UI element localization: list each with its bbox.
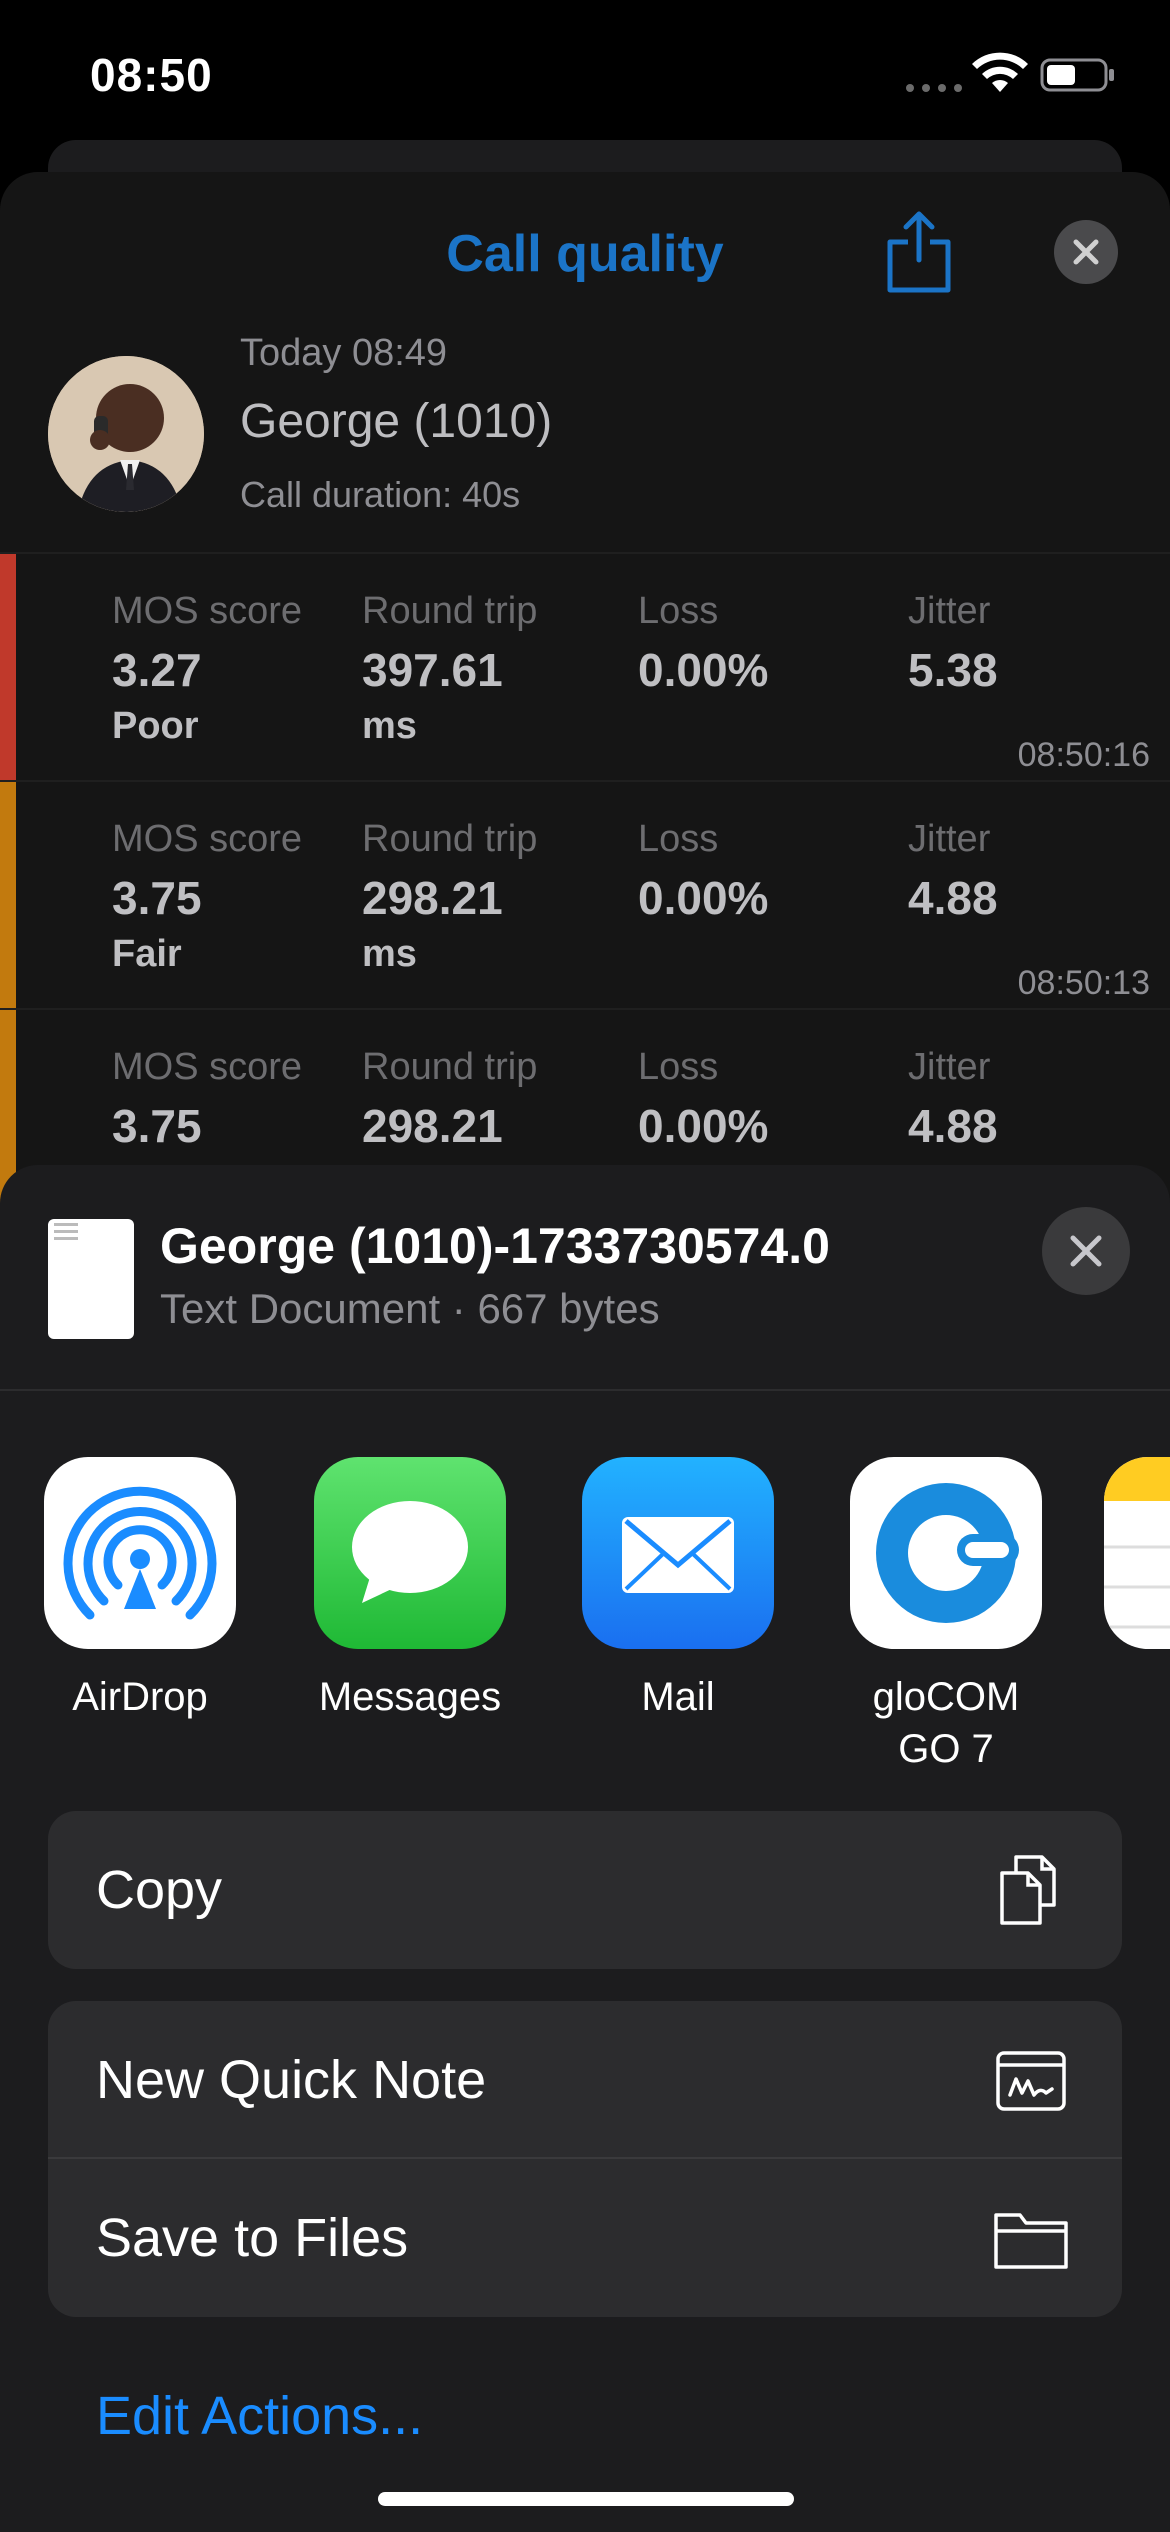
round-trip-value: 298.21: [362, 872, 503, 924]
screen: 08:50 Call quality Today 08:49 George (1…: [0, 0, 1170, 2532]
loss-column: Loss 0.00%: [638, 1046, 768, 1153]
edit-actions-link[interactable]: Edit Actions...: [96, 2385, 423, 2447]
mos-column: MOS score 3.27 Poor: [112, 590, 302, 748]
airdrop-icon: [44, 1457, 236, 1649]
action-group-more: New Quick Note Save to Files: [48, 2001, 1122, 2317]
share-sheet: George (1010)-1733730574.0 Text Document…: [0, 1165, 1170, 2532]
loss-label: Loss: [638, 1046, 719, 1088]
jitter-label: Jitter: [908, 1046, 991, 1088]
round-trip-unit: ms: [362, 705, 417, 747]
jitter-value: 4.88: [908, 872, 998, 924]
quick-note-icon: [996, 2051, 1066, 2111]
app-label: Messages: [318, 1675, 502, 1719]
jitter-label: Jitter: [908, 590, 991, 632]
mos-column: MOS score 3.75 Fair: [112, 818, 302, 976]
quality-indicator-bar: [0, 554, 16, 782]
round-trip-value: 298.21: [362, 1100, 503, 1152]
loss-label: Loss: [638, 818, 719, 860]
save-to-files-action[interactable]: Save to Files: [48, 2159, 1122, 2317]
document-subtitle: Text Document · 667 bytes: [160, 1285, 660, 1332]
loss-value: 0.00%: [638, 644, 769, 696]
copy-icon: [1000, 1855, 1056, 1925]
mos-value: 3.75: [112, 1100, 202, 1152]
jitter-column: Jitter 5.38: [908, 590, 998, 697]
cellular-signal-icon: [906, 84, 962, 92]
loss-column: Loss 0.00%: [638, 590, 768, 697]
save-to-files-label: Save to Files: [96, 2208, 409, 2268]
app-label: N: [1104, 1671, 1170, 1723]
mos-label: MOS score: [112, 1046, 303, 1088]
app-mail[interactable]: Mail: [568, 1457, 788, 1723]
quality-row: MOS score 3.75 Fair Round trip 298.21 ms…: [0, 780, 1170, 1010]
mos-column: MOS score 3.75: [112, 1046, 302, 1153]
loss-value: 0.00%: [638, 872, 769, 924]
status-time: 08:50: [90, 49, 213, 101]
call-date: Today 08:49: [240, 332, 448, 374]
loss-column: Loss 0.00%: [638, 818, 768, 925]
jitter-value: 5.38: [908, 644, 998, 696]
caller-info: Today 08:49 George (1010) Call duration:…: [0, 332, 1170, 552]
document-header: George (1010)-1733730574.0 Text Document…: [0, 1165, 1170, 1391]
app-glocom[interactable]: gloCOM GO 7: [836, 1457, 1056, 1775]
quality-indicator-bar: [0, 782, 16, 1010]
jitter-column: Jitter 4.88: [908, 1046, 998, 1153]
share-icon[interactable]: [884, 210, 954, 294]
app-airdrop[interactable]: AirDrop: [30, 1457, 250, 1723]
battery-icon: [1040, 58, 1114, 92]
app-label: AirDrop: [72, 1675, 208, 1719]
round-trip-label: Round trip: [362, 590, 538, 632]
action-group-copy: Copy: [48, 1811, 1122, 1969]
jitter-label: Jitter: [908, 818, 991, 860]
mos-label: MOS score: [112, 590, 303, 632]
app-messages[interactable]: Messages: [300, 1457, 520, 1723]
round-trip-label: Round trip: [362, 818, 538, 860]
messages-icon: [314, 1457, 506, 1649]
jitter-value: 4.88: [908, 1100, 998, 1152]
wifi-icon: [972, 52, 1028, 92]
app-notes[interactable]: N: [1104, 1457, 1170, 1723]
loss-label: Loss: [638, 590, 719, 632]
close-share-sheet-button[interactable]: [1042, 1207, 1130, 1295]
round-trip-column: Round trip 298.21: [362, 1046, 537, 1153]
mos-rating: Fair: [112, 933, 182, 975]
round-trip-column: Round trip 397.61 ms: [362, 590, 537, 748]
round-trip-column: Round trip 298.21 ms: [362, 818, 537, 976]
home-indicator: [378, 2492, 794, 2506]
close-icon: [1070, 1235, 1102, 1267]
glocom-icon: [850, 1457, 1042, 1649]
new-quick-note-action[interactable]: New Quick Note: [48, 2001, 1122, 2159]
sample-time: 08:50:13: [1017, 964, 1150, 1002]
notes-icon: [1104, 1457, 1170, 1649]
document-thumbnail: [48, 1219, 134, 1339]
mos-value: 3.27: [112, 644, 202, 696]
call-duration: Call duration: 40s: [240, 474, 521, 515]
mail-icon: [582, 1457, 774, 1649]
close-call-quality-button[interactable]: [1054, 220, 1118, 284]
avatar: [48, 356, 204, 512]
close-icon: [1073, 239, 1099, 265]
share-apps-row: AirDrop Messages Mail gloCOM GO 7: [0, 1457, 1170, 1771]
quality-row: MOS score 3.27 Poor Round trip 397.61 ms…: [0, 552, 1170, 782]
call-quality-title: Call quality: [446, 225, 724, 283]
jitter-column: Jitter 4.88: [908, 818, 998, 925]
status-bar: 08:50: [0, 0, 1170, 150]
mos-label: MOS score: [112, 818, 303, 860]
round-trip-value: 397.61: [362, 644, 503, 696]
round-trip-unit: ms: [362, 933, 417, 975]
caller-name: George (1010): [240, 395, 553, 448]
new-quick-note-label: New Quick Note: [96, 2050, 487, 2110]
copy-label: Copy: [96, 1860, 223, 1920]
mos-value: 3.75: [112, 872, 202, 924]
app-label: gloCOM GO 7: [872, 1675, 1020, 1771]
loss-value: 0.00%: [638, 1100, 769, 1152]
round-trip-label: Round trip: [362, 1046, 538, 1088]
sample-time: 08:50:16: [1017, 736, 1150, 774]
document-title: George (1010)-1733730574.0: [160, 1218, 830, 1274]
mos-rating: Poor: [112, 705, 199, 747]
copy-action[interactable]: Copy: [48, 1811, 1122, 1969]
folder-icon: [994, 2213, 1068, 2269]
app-label: Mail: [641, 1675, 715, 1719]
